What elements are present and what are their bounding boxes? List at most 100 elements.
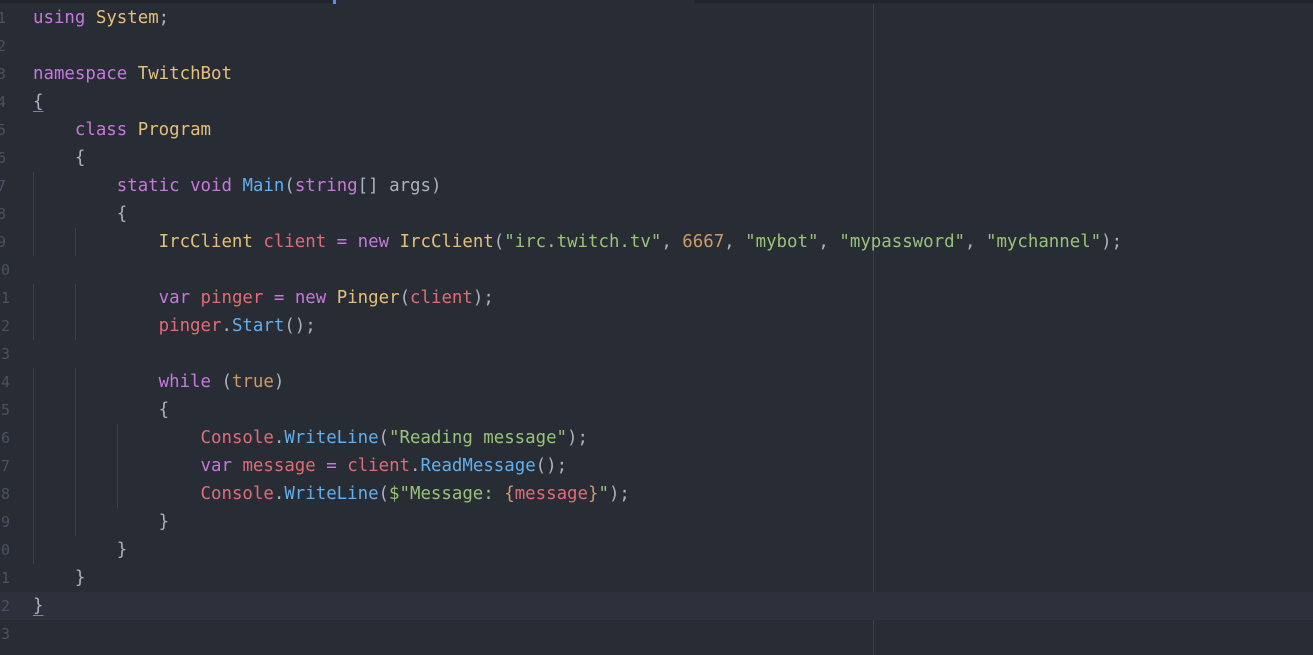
tab-edge-left — [0, 0, 332, 3]
code-text: { — [33, 144, 85, 172]
code-text: } — [33, 592, 43, 620]
code-token: Console — [200, 484, 274, 504]
code-text: { — [33, 396, 170, 424]
line-number: 12 — [0, 317, 11, 335]
code-line[interactable]: 2 — [0, 32, 1313, 60]
code-text: Console.WriteLine("Reading message"); — [33, 424, 588, 452]
code-line[interactable]: 14 while (true) — [0, 368, 1313, 396]
code-token: = — [326, 456, 337, 476]
code-token: " — [598, 484, 609, 504]
code-line[interactable]: 18 Console.WriteLine($"Message: {message… — [0, 480, 1313, 508]
line-number: 14 — [0, 373, 11, 391]
code-text: using System; — [33, 4, 169, 32]
code-line[interactable]: 16 Console.WriteLine("Reading message"); — [0, 424, 1313, 452]
code-token: ( — [284, 176, 295, 196]
code-token: IrcClient — [158, 232, 253, 252]
code-token: ); — [608, 484, 630, 504]
code-line[interactable]: 9 IrcClient client = new IrcClient("irc.… — [0, 228, 1313, 256]
code-text: } — [33, 536, 127, 564]
code-line[interactable]: 17 var message = client.ReadMessage(); — [0, 452, 1313, 480]
code-editor[interactable]: 1 using System; 2 3 namespace TwitchBot 4{5 c… — [0, 0, 1313, 655]
code-token: namespace — [33, 64, 128, 84]
code-token: client — [263, 232, 327, 252]
code-line[interactable]: 3 namespace TwitchBot — [0, 60, 1313, 88]
code-line[interactable]: 8 { — [0, 200, 1313, 228]
code-line[interactable]: 20 } — [0, 536, 1313, 564]
code-line[interactable]: 4{ — [0, 88, 1313, 116]
code-line[interactable]: 6 { — [0, 144, 1313, 172]
code-line[interactable]: 5 class Program — [0, 116, 1313, 144]
line-number: 10 — [0, 261, 11, 279]
code-token: WriteLine — [284, 484, 379, 504]
code-token: , — [818, 232, 840, 252]
code-token: "mychannel" — [985, 232, 1102, 252]
code-token: , — [965, 232, 986, 252]
code-token: new — [357, 232, 390, 252]
code-line[interactable]: 23 — [0, 620, 1313, 648]
code-token: ( — [378, 428, 390, 448]
code-token: ) — [273, 372, 285, 392]
line-number: 18 — [0, 485, 11, 503]
code-token: IrcClient — [399, 232, 494, 252]
tab-edge-right — [695, 0, 1313, 3]
code-token: TwitchBot — [137, 64, 232, 84]
code-line[interactable]: 22} — [0, 592, 1313, 620]
code-token: = — [273, 288, 285, 308]
code-text: { — [33, 88, 43, 116]
code-line[interactable]: 12 pinger.Start(); — [0, 312, 1313, 340]
line-number: 13 — [0, 345, 11, 363]
code-token: var — [158, 288, 191, 308]
code-token: { — [33, 92, 44, 112]
code-line[interactable]: 1 using System; — [0, 4, 1313, 32]
code-token: "Reading message" — [389, 428, 568, 448]
code-token: [] args) — [357, 176, 442, 196]
code-line[interactable]: 13 — [0, 340, 1313, 368]
line-number: 3 — [0, 65, 6, 83]
code-token: "mypassword" — [839, 232, 966, 252]
line-number: 11 — [0, 289, 11, 307]
code-text: namespace TwitchBot — [33, 60, 232, 88]
code-token: message — [514, 484, 588, 504]
code-token: pinger — [200, 288, 264, 308]
code-line[interactable]: 19 } — [0, 508, 1313, 536]
code-token: ); — [472, 288, 494, 308]
code-token: string — [294, 176, 358, 196]
code-token: client — [347, 456, 411, 476]
code-token: static — [116, 176, 180, 196]
code-token: (); — [535, 456, 568, 476]
code-token: . — [221, 316, 232, 336]
code-line[interactable]: 11 var pinger = new Pinger(client); — [0, 284, 1313, 312]
code-line[interactable]: 21 } — [0, 564, 1313, 592]
code-token: ( — [399, 288, 411, 308]
code-token: WriteLine — [284, 428, 379, 448]
code-token: { — [504, 484, 515, 504]
code-line[interactable]: 15 { — [0, 396, 1313, 424]
code-text: } — [33, 564, 85, 592]
line-number: 23 — [0, 625, 11, 643]
code-line[interactable]: 10 — [0, 256, 1313, 284]
code-line[interactable]: 7 static void Main(string[] args) — [0, 172, 1313, 200]
code-token: class — [74, 120, 128, 140]
code-token: ReadMessage — [420, 456, 536, 476]
code-text: while (true) — [33, 368, 285, 396]
line-number: 4 — [0, 93, 6, 111]
code-token: ; — [158, 8, 170, 28]
code-token: true — [231, 372, 274, 392]
line-number: 17 — [0, 457, 11, 475]
